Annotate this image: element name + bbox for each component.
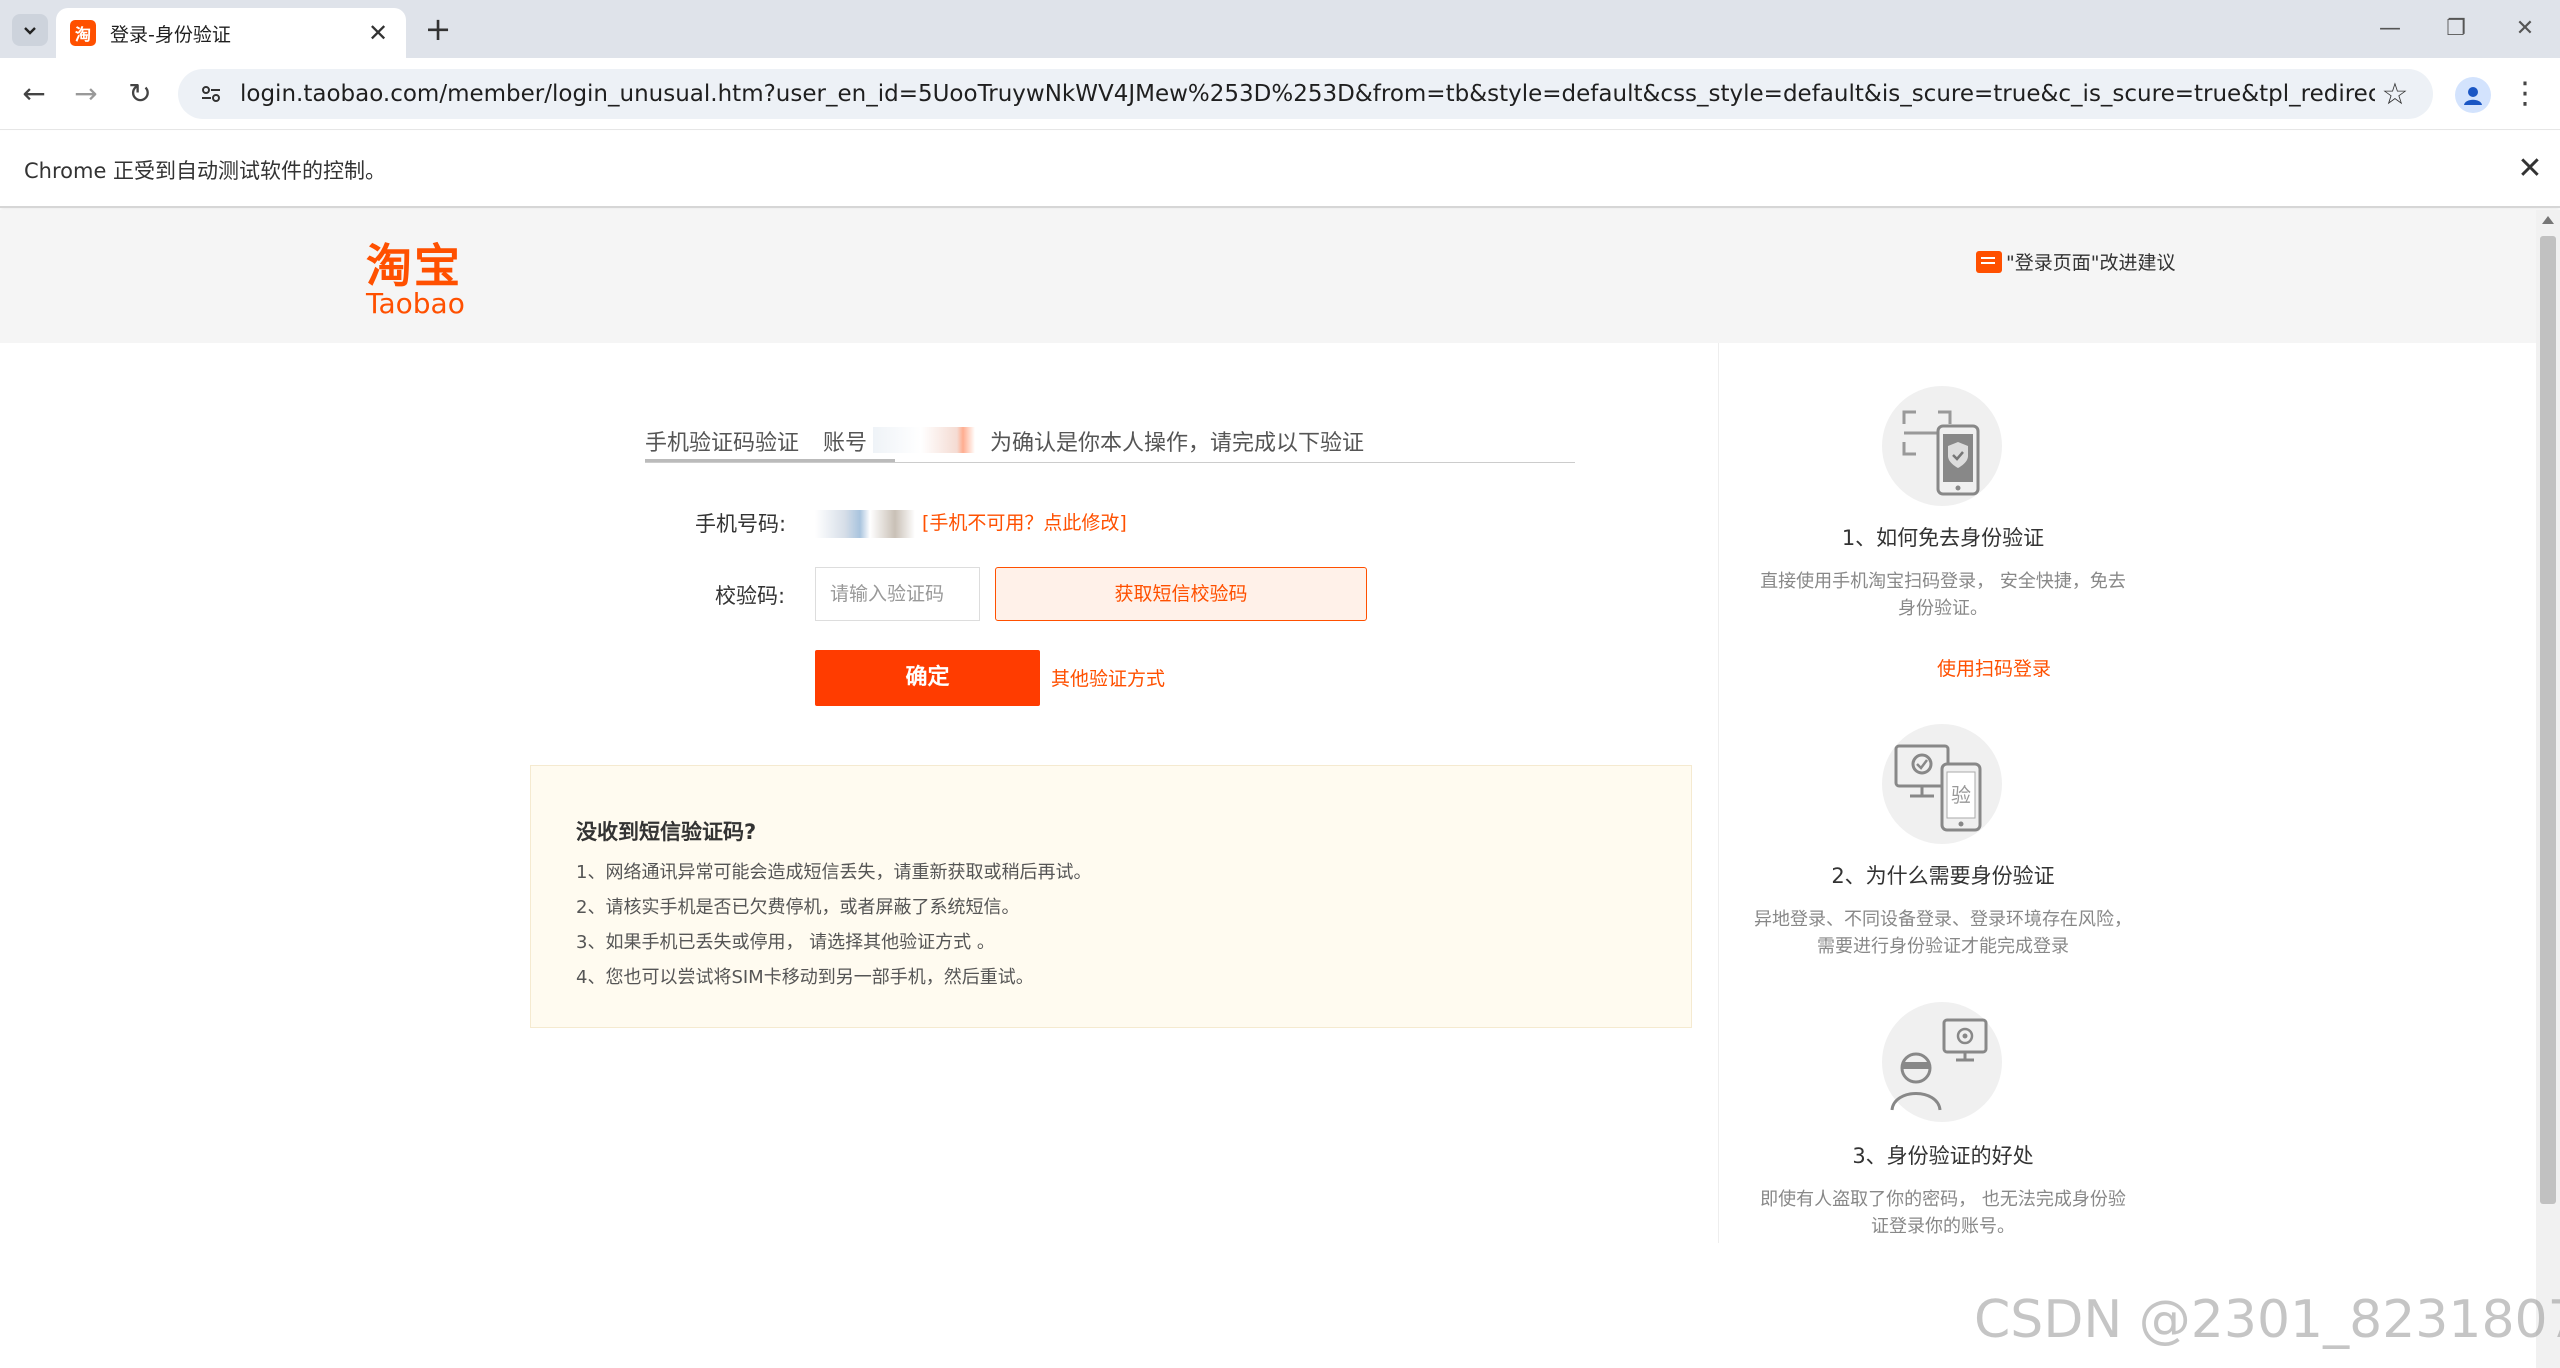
thief-monitor-icon — [1882, 1002, 2002, 1122]
minimize-icon[interactable]: — — [2370, 12, 2410, 46]
tab-title: 登录-身份验证 — [110, 23, 231, 46]
sidebar-item-title: 2、为什么需要身份验证 — [1831, 864, 2055, 888]
omnibox[interactable]: login.taobao.com/member/login_unusual.ht… — [178, 69, 2433, 119]
help-item: 2、请核实手机是否已欠费停机，或者屏蔽了系统短信。 — [576, 897, 1020, 918]
tab-sms-verify[interactable]: 手机验证码验证 — [645, 425, 799, 457]
feedback-link[interactable]: "登录页面"改进建议 — [1976, 248, 2175, 275]
taobao-logo[interactable]: 淘宝 Taobao — [366, 240, 486, 320]
profile-avatar-icon[interactable] — [2455, 77, 2491, 113]
phone-shield-scan-icon — [1882, 386, 2002, 506]
sidebar-item-title: 1、如何免去身份验证 — [1841, 526, 2045, 550]
window-close-icon[interactable]: ✕ — [2505, 12, 2545, 46]
phone-masked-value — [815, 510, 915, 538]
help-box: 没收到短信验证码? 1、网络通讯异常可能会造成短信丢失，请重新获取或稍后再试。 … — [530, 765, 1692, 1028]
site-header: 淘宝 Taobao "登录页面"改进建议 — [0, 210, 2536, 343]
site-settings-icon[interactable] — [196, 79, 226, 109]
sidebar-item-desc: 异地登录、不同设备登录、登录环境存在风险， 需要进行身份验证才能完成登录 — [1754, 909, 2132, 957]
verify-notice: 为确认是你本人操作，请完成以下验证 — [990, 431, 1365, 456]
sidebar-divider — [1718, 343, 1719, 1243]
restore-icon[interactable]: ❐ — [2436, 12, 2476, 46]
feedback-chat-icon — [1976, 250, 2002, 273]
code-label: 校验码: — [715, 584, 786, 608]
browser-menu-icon[interactable]: ⋮ — [2510, 74, 2540, 114]
code-input[interactable] — [815, 567, 980, 621]
browser-tab-bar: 淘 登录-身份验证 ✕ + — ❐ ✕ — [0, 0, 2560, 58]
tab-active[interactable]: 淘 登录-身份验证 ✕ — [56, 8, 406, 58]
help-item: 4、您也可以尝试将SIM卡移动到另一部手机，然后重试。 — [576, 967, 1034, 988]
account-label: 账号 — [823, 431, 868, 456]
tab-close-icon[interactable]: ✕ — [364, 19, 392, 47]
chevron-down-icon — [24, 27, 36, 35]
scan-login-link[interactable]: 使用扫码登录 — [1894, 654, 2094, 681]
other-methods-link[interactable]: 其他验证方式 — [1051, 664, 1165, 691]
page-content: 淘宝 Taobao "登录页面"改进建议 手机验证码验证 账号 为确认是你本人操… — [0, 210, 2536, 1368]
sidebar-item-title: 3、身份验证的好处 — [1852, 1144, 2034, 1168]
sidebar-item-desc: 即使有人盗取了你的密码， 也无法完成身份验证登录你的账号。 — [1760, 1189, 2126, 1237]
sidebar-item-desc: 直接使用手机淘宝扫码登录， 安全快捷，免去身份验证。 — [1760, 571, 2126, 619]
logo-cn-text: 淘宝 — [366, 239, 462, 293]
devices-verify-icon: 验 — [1882, 724, 2002, 844]
scrollbar-thumb[interactable] — [2540, 236, 2556, 1204]
help-title: 没收到短信验证码? — [576, 820, 757, 844]
taobao-favicon-icon: 淘 — [70, 20, 96, 46]
confirm-button[interactable]: 确定 — [815, 650, 1040, 706]
automation-infobar: Chrome 正受到自动测试软件的控制。 ✕ — [0, 131, 2560, 208]
verify-char: 验 — [1951, 783, 1971, 807]
csdn-watermark: CSDN @2301_82318077 — [1974, 1290, 2560, 1350]
infobar-message: Chrome 正受到自动测试软件的控制。 — [24, 159, 387, 183]
forward-arrow-icon[interactable]: → — [66, 74, 106, 114]
tab-search-button[interactable] — [12, 14, 48, 46]
reload-icon[interactable]: ↻ — [120, 74, 160, 114]
url-text[interactable]: login.taobao.com/member/login_unusual.ht… — [240, 81, 2375, 107]
logo-en-text: Taobao — [366, 287, 465, 320]
browser-toolbar: ← → ↻ login.taobao.com/member/login_unus… — [0, 58, 2560, 130]
phone-label: 手机号码: — [695, 512, 787, 536]
help-item: 3、如果手机已丢失或停用， 请选择其他验证方式 。 — [576, 932, 995, 953]
account-masked-value — [873, 427, 993, 453]
feedback-label: "登录页面"改进建议 — [2006, 252, 2176, 274]
get-sms-code-button[interactable]: 获取短信校验码 — [995, 567, 1367, 621]
new-tab-button[interactable]: + — [418, 10, 458, 50]
verify-method-row: 手机验证码验证 账号 为确认是你本人操作，请完成以下验证 — [645, 415, 1575, 463]
back-arrow-icon[interactable]: ← — [14, 74, 54, 114]
phone-unavailable-link[interactable]: [手机不可用？点此修改] — [922, 508, 1127, 535]
scroll-up-arrow-icon[interactable] — [2542, 216, 2554, 224]
infobar-close-icon[interactable]: ✕ — [2510, 149, 2550, 189]
bookmark-star-icon[interactable]: ☆ — [2375, 77, 2415, 112]
tab-underline — [645, 459, 895, 462]
help-item: 1、网络通讯异常可能会造成短信丢失，请重新获取或稍后再试。 — [576, 862, 1092, 883]
